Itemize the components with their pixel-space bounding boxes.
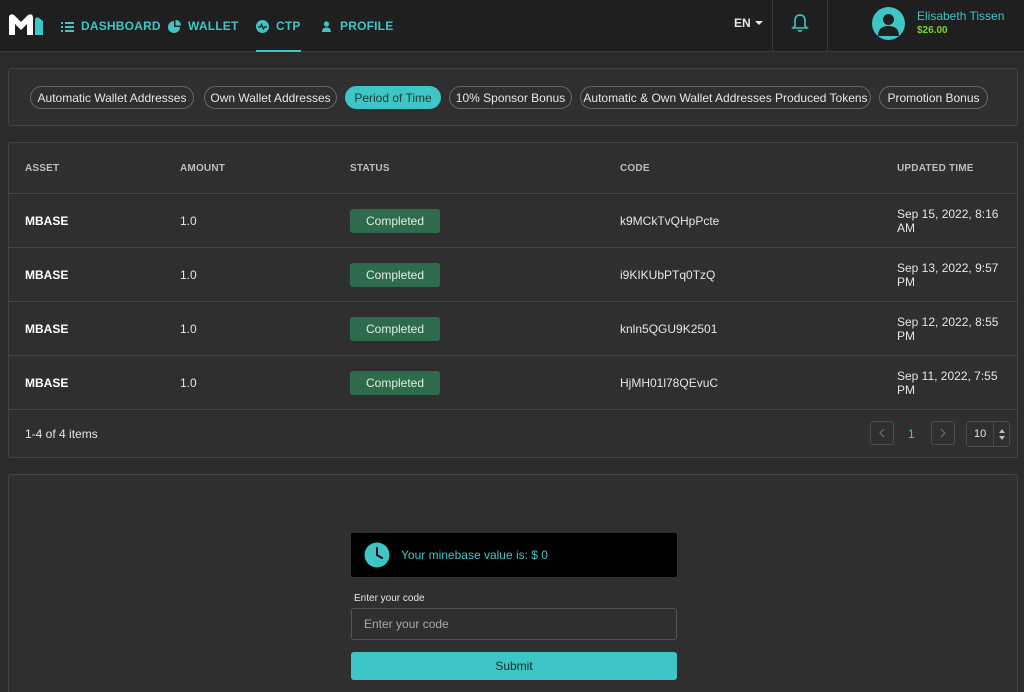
nav-profile[interactable]: PROFILE [320, 0, 393, 52]
filter-own-wallet-addresses[interactable]: Own Wallet Addresses [204, 86, 337, 109]
user-avatar-icon [878, 14, 899, 36]
cell-amount: 1.0 [180, 268, 197, 282]
status-badge: Completed [350, 371, 440, 395]
column-header-status: STATUS [350, 163, 390, 174]
user-name[interactable]: Elisabeth Tissen [917, 9, 1004, 23]
list-icon [61, 21, 74, 32]
transactions-table: ASSET AMOUNT STATUS CODE UPDATED TIME MB… [8, 142, 1018, 458]
cell-amount: 1.0 [180, 214, 197, 228]
cell-code: k9MCkTvQHpPcte [620, 214, 720, 228]
column-header-asset: ASSET [25, 163, 60, 174]
cell-updated-time: Sep 12, 2022, 8:55 PM [897, 315, 999, 343]
next-page-button[interactable] [931, 421, 955, 445]
nav-ctp[interactable]: CTP [256, 0, 301, 52]
column-header-amount: AMOUNT [180, 163, 226, 174]
user-icon [322, 20, 331, 32]
previous-page-button[interactable] [870, 421, 894, 445]
table-row: MBASE 1.0 Completed i9KIKUbPTq0TzQ Sep 1… [9, 247, 1017, 301]
page-number[interactable]: 1 [908, 427, 915, 441]
page-size-stepper[interactable]: 10 [966, 421, 1010, 447]
status-badge: Completed [350, 263, 440, 287]
nav-dashboard[interactable]: DASHBOARD [61, 0, 161, 52]
table-row: MBASE 1.0 Completed HjMH01l78QEvuC Sep 1… [9, 355, 1017, 409]
submit-button[interactable]: Submit [351, 652, 677, 680]
activity-icon [256, 19, 269, 33]
bell-icon[interactable] [791, 13, 809, 33]
minebase-value-text: Your minebase value is: $ 0 [401, 548, 548, 562]
user-balance: $26.00 [917, 25, 948, 36]
cell-amount: 1.0 [180, 322, 197, 336]
cell-updated-time: Sep 13, 2022, 9:57 PM [897, 261, 999, 289]
filter-produced-tokens[interactable]: Automatic & Own Wallet Addresses Produce… [580, 86, 871, 109]
minebase-logo[interactable] [8, 12, 44, 36]
language-label: EN [734, 16, 751, 30]
nav-profile-label: PROFILE [340, 19, 394, 33]
cell-amount: 1.0 [180, 376, 197, 390]
items-count: 1-4 of 4 items [25, 427, 98, 441]
cell-code: knln5QGU9K2501 [620, 322, 718, 336]
table-pagination: 1-4 of 4 items 1 10 [9, 409, 1017, 459]
minebase-value-box: Your minebase value is: $ 0 [351, 533, 677, 577]
pie-chart-icon [168, 19, 181, 33]
status-badge: Completed [350, 209, 440, 233]
chevron-right-icon [940, 428, 946, 438]
filter-automatic-wallet-addresses[interactable]: Automatic Wallet Addresses [30, 86, 194, 109]
filter-period-of-time[interactable]: Period of Time [345, 86, 441, 109]
caret-down-icon [754, 21, 763, 25]
cell-asset: MBASE [25, 268, 69, 282]
filter-sponsor-bonus[interactable]: 10% Sponsor Bonus [449, 86, 572, 109]
divider [827, 0, 828, 52]
divider [772, 0, 773, 52]
nav-ctp-label: CTP [276, 19, 301, 33]
filter-tabs-panel: Automatic Wallet Addresses Own Wallet Ad… [8, 68, 1018, 126]
cell-asset: MBASE [25, 376, 69, 390]
top-nav-bar: DASHBOARD WALLET CTP PROFILE EN Elisabet… [0, 0, 1024, 52]
column-header-updated-time: UPDATED TIME [897, 163, 974, 174]
nav-wallet-label: WALLET [188, 19, 239, 33]
clock-icon [364, 542, 390, 568]
language-selector[interactable]: EN [734, 16, 763, 30]
code-input-label: Enter your code [354, 593, 425, 604]
cell-updated-time: Sep 11, 2022, 7:55 PM [897, 369, 998, 397]
table-row: MBASE 1.0 Completed knln5QGU9K2501 Sep 1… [9, 301, 1017, 355]
cell-code: i9KIKUbPTq0TzQ [620, 268, 716, 282]
cell-code: HjMH01l78QEvuC [620, 376, 719, 390]
cell-asset: MBASE [25, 214, 69, 228]
stepper-arrows[interactable] [993, 422, 1009, 446]
cell-updated-time: Sep 15, 2022, 8:16 AM [897, 207, 999, 235]
arrow-down-icon[interactable] [998, 435, 1005, 440]
table-row: MBASE 1.0 Completed k9MCkTvQHpPcte Sep 1… [9, 193, 1017, 247]
nav-dashboard-label: DASHBOARD [81, 19, 161, 33]
page-size-value: 10 [974, 428, 987, 440]
avatar[interactable] [872, 7, 905, 40]
cell-asset: MBASE [25, 322, 69, 336]
status-badge: Completed [350, 317, 440, 341]
column-header-code: CODE [620, 163, 650, 174]
filter-promotion-bonus[interactable]: Promotion Bonus [879, 86, 988, 109]
chevron-left-icon [879, 428, 885, 438]
code-input[interactable] [351, 608, 677, 640]
arrow-up-icon[interactable] [998, 428, 1005, 433]
nav-wallet[interactable]: WALLET [168, 0, 239, 52]
code-entry-panel: Your minebase value is: $ 0 Enter your c… [8, 474, 1018, 692]
